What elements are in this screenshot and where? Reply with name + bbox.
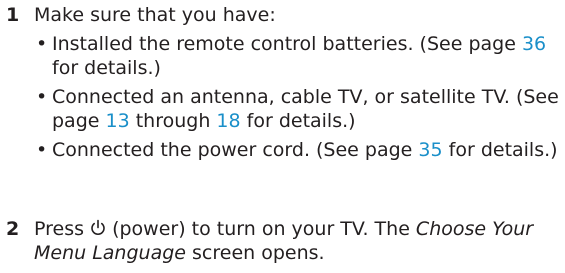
list-item: • Connected an antenna, cable TV, or sat… xyxy=(34,85,559,133)
step-intro-text: Make sure that you have: xyxy=(34,4,276,26)
prerequisite-list: • Installed the remote control batteries… xyxy=(34,32,559,167)
instruction-page: 1 Make sure that you have: • Installed t… xyxy=(0,0,565,273)
bullet-text: Connected the power cord. (See page xyxy=(52,139,419,161)
bullet-text-end: for details.) xyxy=(442,139,558,161)
page-link[interactable]: 13 xyxy=(106,110,130,132)
bullet-dot-icon: • xyxy=(36,139,48,161)
step-number: 2 xyxy=(6,218,20,240)
screen-opens-text: screen opens. xyxy=(185,242,325,264)
page-link[interactable]: 35 xyxy=(418,139,442,161)
step-instruction: Press (power) to turn on your TV. The Ch… xyxy=(34,217,564,265)
step-number: 1 xyxy=(6,4,20,26)
list-item: • Connected the power cord. (See page 35… xyxy=(34,138,559,162)
bullet-text-end: for details.) xyxy=(52,57,161,79)
press-text: Press xyxy=(34,218,91,240)
power-label-text: (power) to turn on your TV. The xyxy=(106,218,416,240)
bullet-text-end: for details.) xyxy=(240,110,356,132)
power-icon xyxy=(91,219,105,235)
bullet-text-middle: through xyxy=(129,110,217,132)
step-intro: Make sure that you have: xyxy=(34,3,564,27)
bullet-dot-icon: • xyxy=(36,33,48,55)
page-link[interactable]: 36 xyxy=(522,33,546,55)
page-link[interactable]: 18 xyxy=(216,110,240,132)
list-item: • Installed the remote control batteries… xyxy=(34,32,559,80)
bullet-dot-icon: • xyxy=(36,86,48,108)
bullet-text: Installed the remote control batteries. … xyxy=(52,33,522,55)
